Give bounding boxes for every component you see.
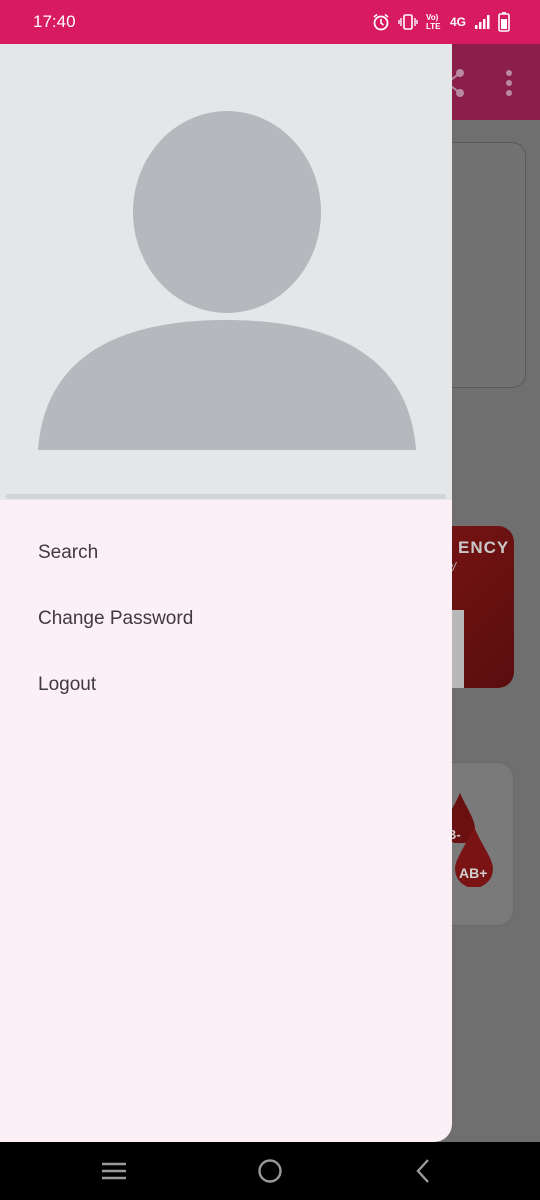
recent-apps-button[interactable] — [94, 1156, 134, 1186]
back-button[interactable] — [404, 1156, 444, 1186]
drawer-header — [0, 44, 452, 500]
home-button[interactable] — [250, 1156, 290, 1186]
battery-icon — [498, 12, 510, 32]
back-icon — [416, 1159, 429, 1183]
header-divider — [6, 494, 446, 499]
user-placeholder-icon — [38, 111, 416, 450]
vibrate-icon — [398, 14, 418, 30]
screen: ENCY w/ B- AB+ 17:40 Vo) LTE 4G — [0, 0, 540, 1200]
network-type: 4G — [449, 15, 466, 29]
blood-group-label: AB+ — [459, 865, 488, 881]
navigation-drawer: Search Change Password Logout — [0, 44, 452, 1142]
alarm-icon — [372, 13, 390, 31]
drawer-menu: Search Change Password Logout — [0, 520, 452, 718]
more-options-icon[interactable] — [504, 70, 514, 96]
menu-item-logout[interactable]: Logout — [0, 652, 452, 718]
recent-apps-icon — [102, 1162, 126, 1180]
menu-item-search[interactable]: Search — [0, 520, 452, 586]
volte-icon: Vo) LTE — [425, 13, 441, 31]
home-icon — [258, 1159, 282, 1183]
signal-icon — [474, 14, 490, 30]
emergency-card-text: ENCY — [458, 538, 510, 557]
status-icons: Vo) LTE 4G — [372, 10, 510, 34]
status-bar: 17:40 Vo) LTE 4G — [0, 0, 540, 44]
emergency-graphic — [452, 610, 464, 688]
status-time: 17:40 — [33, 12, 76, 31]
menu-item-change-password[interactable]: Change Password — [0, 586, 452, 652]
system-nav-bar — [0, 1142, 540, 1200]
